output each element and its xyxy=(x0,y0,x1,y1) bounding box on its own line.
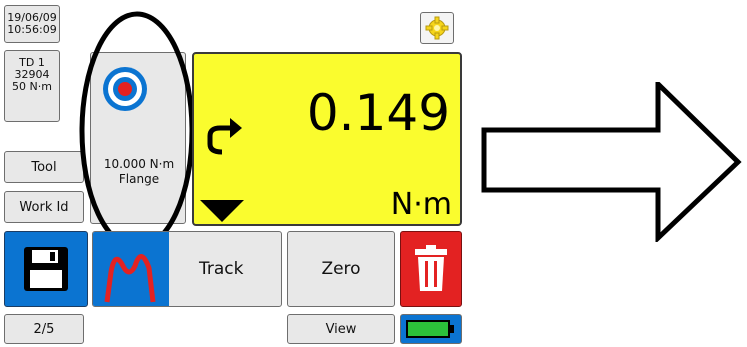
save-button[interactable] xyxy=(4,231,88,307)
time-text: 10:56:09 xyxy=(7,23,57,36)
torque-display: 0.149 N·m xyxy=(192,52,462,226)
right-arrow-icon xyxy=(481,82,742,242)
delete-button[interactable] xyxy=(400,231,462,307)
work-id-button[interactable]: Work Id xyxy=(4,191,84,223)
direction-arrow-icon xyxy=(207,118,242,155)
tool-button[interactable]: Tool xyxy=(4,151,84,183)
work-id-button-label: Work Id xyxy=(19,199,69,215)
gear-icon xyxy=(425,16,449,40)
zero-button[interactable]: Zero xyxy=(287,231,395,307)
graph-peaks-icon xyxy=(104,254,156,303)
floppy-disk-icon xyxy=(24,247,68,291)
page-button-label: 2/5 xyxy=(33,321,55,337)
page-button[interactable]: 2/5 xyxy=(4,314,84,344)
down-triangle-icon xyxy=(200,200,244,222)
torque-unit: N·m xyxy=(390,187,452,222)
tool-button-label: Tool xyxy=(31,159,57,175)
graph-panel xyxy=(93,232,169,306)
battery-indicator xyxy=(400,314,462,344)
track-button[interactable]: Track xyxy=(92,231,282,307)
battery-icon xyxy=(406,320,454,338)
track-button-label: Track xyxy=(199,259,244,279)
trash-icon xyxy=(415,245,447,291)
zero-button-label: Zero xyxy=(321,259,361,279)
datetime-display: 19/06/09 10:56:09 xyxy=(4,5,60,43)
view-button[interactable]: View xyxy=(287,314,395,344)
transducer-capacity: 50 N·m xyxy=(12,80,52,93)
view-button-label: View xyxy=(325,321,357,337)
highlight-ellipse xyxy=(79,11,195,251)
settings-button[interactable] xyxy=(420,12,454,44)
torque-reading: 0.149 xyxy=(306,84,450,142)
transducer-info[interactable]: TD 1 32904 50 N·m xyxy=(4,50,60,122)
